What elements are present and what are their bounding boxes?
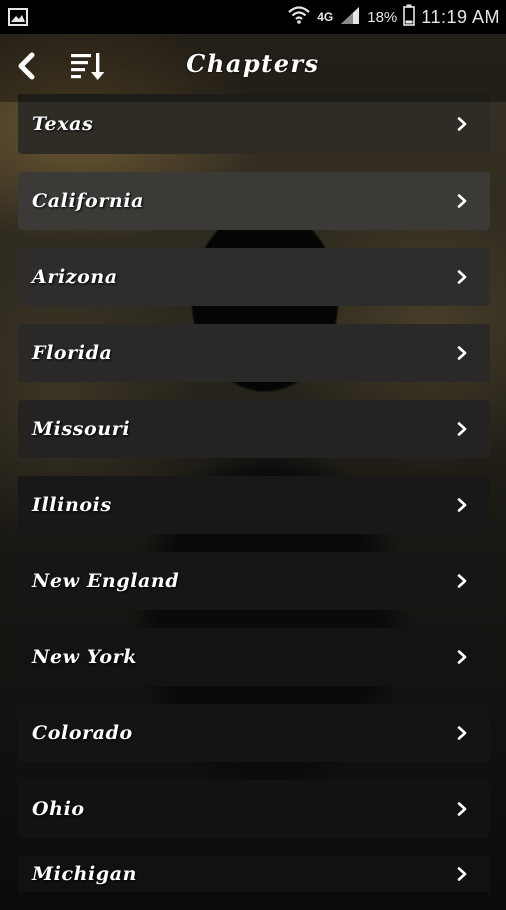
chapter-label: Ohio	[32, 798, 85, 820]
chapter-item[interactable]: Michigan	[18, 856, 490, 892]
chapter-label: California	[32, 190, 145, 212]
chapter-item[interactable]: Arizona	[18, 248, 490, 306]
chevron-right-icon	[457, 346, 467, 360]
chapter-item[interactable]: Florida	[18, 324, 490, 382]
chevron-right-icon	[457, 270, 467, 284]
chevron-right-icon	[457, 498, 467, 512]
chapter-item[interactable]: California	[18, 172, 490, 230]
wifi-icon	[287, 5, 311, 30]
chapter-label: Missouri	[32, 418, 131, 440]
chapter-label: Colorado	[32, 722, 133, 744]
signal-icon	[339, 5, 361, 30]
chapter-item[interactable]: New England	[18, 552, 490, 610]
chevron-right-icon	[457, 117, 467, 131]
battery-percent: 18%	[367, 8, 398, 26]
chevron-right-icon	[457, 802, 467, 816]
clock: 11:19 AM	[421, 6, 500, 27]
chapter-label: Florida	[32, 342, 113, 364]
status-bar: 4G 18% 11:19 AM	[0, 0, 506, 34]
chapter-item[interactable]: New York	[18, 628, 490, 686]
chapter-item[interactable]: Ohio	[18, 780, 490, 838]
chevron-right-icon	[457, 194, 467, 208]
chevron-right-icon	[457, 574, 467, 588]
battery-icon	[403, 4, 416, 31]
chapter-label: New York	[32, 646, 137, 668]
chevron-right-icon	[457, 650, 467, 664]
chapter-item[interactable]: Missouri	[18, 400, 490, 458]
chapter-label: Texas	[32, 113, 94, 135]
chevron-right-icon	[457, 422, 467, 436]
chevron-right-icon	[457, 726, 467, 740]
network-type: 4G	[317, 10, 334, 24]
chapter-item[interactable]: Texas	[18, 94, 490, 154]
chapter-label: Illinois	[32, 494, 112, 516]
chapter-label: New England	[32, 570, 180, 592]
page-title: Chapters	[186, 49, 320, 78]
toolbar: Chapters	[0, 34, 506, 102]
chevron-right-icon	[457, 867, 467, 881]
chapter-label: Michigan	[32, 863, 138, 885]
chapter-item[interactable]: Illinois	[18, 476, 490, 534]
chapter-label: Arizona	[32, 266, 118, 288]
chapter-item[interactable]: Colorado	[18, 704, 490, 762]
gallery-icon	[8, 8, 28, 26]
chapter-list: Texas California Arizona Florida Missouri Ill…	[18, 94, 490, 910]
